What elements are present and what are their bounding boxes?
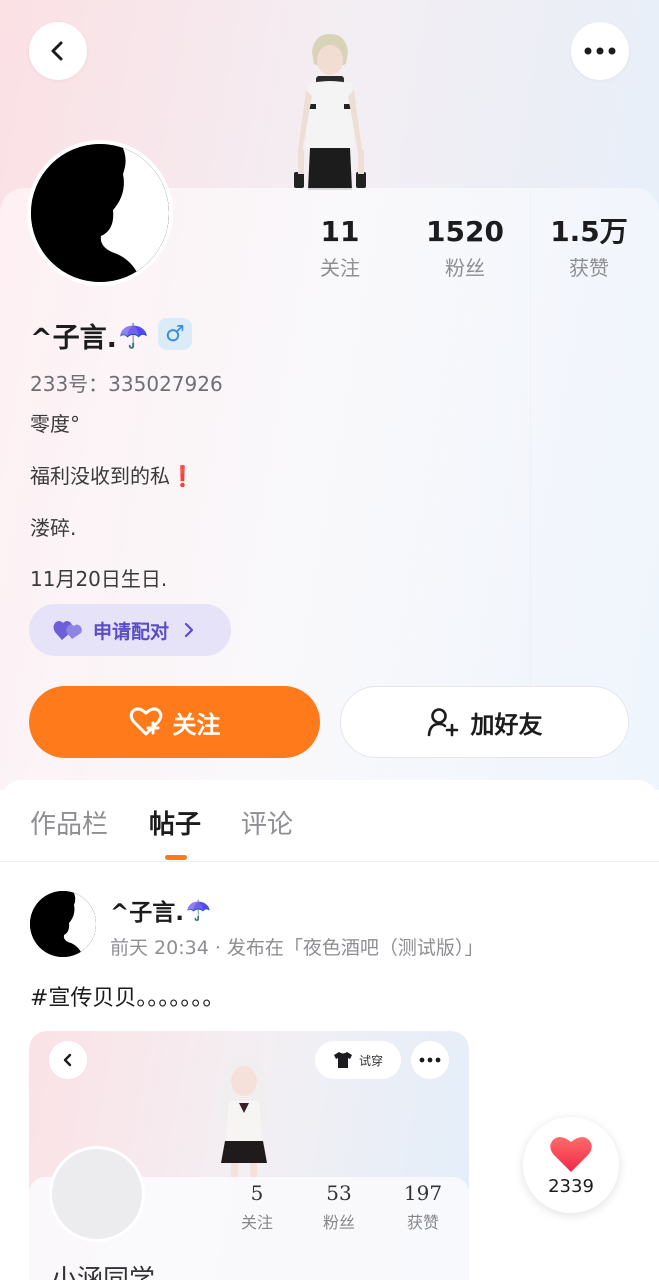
post-author-text: ^子言.	[110, 900, 185, 926]
profile-avatar[interactable]	[27, 140, 173, 286]
post-image-stat-fans-value: 53	[326, 1181, 352, 1205]
post-image-username: 小涵同学	[51, 1265, 156, 1280]
post-image-stat-likes-value: 197	[403, 1181, 443, 1205]
stat-likes[interactable]: 1.5万 获赞	[529, 214, 649, 281]
male-icon: ♂	[165, 321, 185, 347]
request-pair-label: 申请配对	[93, 620, 170, 643]
post-meta: 前天 20:34 · 发布在「夜色酒吧（测试版）」	[110, 937, 484, 959]
tabs-divider	[0, 861, 659, 862]
stat-likes-value: 1.5万	[550, 215, 628, 248]
stats-divider	[530, 190, 531, 690]
chevron-right-icon	[184, 622, 194, 638]
umbrella-emoji: ☂️	[186, 898, 211, 922]
request-pair-button[interactable]: 申请配对	[29, 604, 231, 656]
post-image-back-button	[49, 1041, 87, 1079]
profile-username-text: ^子言.	[30, 323, 117, 354]
chevron-left-icon	[51, 41, 63, 61]
gender-male-badge: ♂	[158, 318, 192, 350]
stat-likes-label: 获赞	[569, 256, 609, 280]
bio-line-2: 福利没收到的私❗	[30, 464, 195, 488]
add-friend-label: 加好友	[470, 710, 543, 739]
tryon-label: 试穿	[358, 1053, 383, 1068]
stat-fans-value: 1520	[426, 215, 504, 248]
post-author-name[interactable]: ^子言. ☂️	[110, 893, 211, 927]
post-image-stat-following: 5 关注	[227, 1181, 287, 1233]
active-tab-indicator	[165, 855, 187, 860]
post-image-more-button	[411, 1041, 449, 1079]
heart-plus-icon	[129, 707, 162, 736]
character-avatar-figure	[294, 34, 366, 190]
like-count: 2339	[548, 1175, 594, 1197]
post-text: #宣传贝贝。。。。。。。	[30, 986, 225, 1011]
character-avatar-figure	[221, 1055, 267, 1177]
post-image-stat-following-label: 关注	[240, 1213, 273, 1232]
post-image-stat-fans: 53 粉丝	[309, 1181, 369, 1233]
post-image-tryon-button: 试穿	[315, 1041, 401, 1079]
add-friend-button[interactable]: 加好友	[340, 686, 629, 758]
more-button[interactable]	[571, 22, 629, 80]
stat-fans-label: 粉丝	[445, 256, 485, 280]
double-heart-icon	[53, 621, 82, 640]
umbrella-emoji: ☂️	[118, 321, 149, 350]
bio-line-3: 溇碎.	[30, 516, 77, 540]
bio-line-1: 零度°	[30, 412, 80, 436]
post-image-avatar	[49, 1146, 145, 1242]
back-button[interactable]	[29, 22, 87, 80]
bio-line-4: 11月20日生日.	[30, 567, 168, 591]
tab-comments[interactable]: 评论	[241, 804, 293, 841]
heart-icon	[550, 1136, 592, 1172]
follow-button[interactable]: 关注	[29, 686, 320, 758]
profile-username: ^子言. ☂️	[30, 316, 149, 355]
post-image-stat-fans-label: 粉丝	[322, 1213, 355, 1232]
post-image[interactable]: 试穿 5 关注 53 粉丝 197 获赞 小涵同学	[29, 1031, 469, 1280]
post-image-stat-following-value: 5	[250, 1181, 264, 1205]
like-button[interactable]: 2339	[523, 1117, 619, 1213]
silhouette-avatar-image	[31, 144, 169, 282]
add-user-icon	[427, 708, 458, 737]
tab-works[interactable]: 作品栏	[30, 804, 108, 841]
follow-button-label: 关注	[172, 710, 221, 739]
tshirt-icon	[333, 1052, 352, 1068]
more-dots-icon	[419, 1057, 441, 1063]
post-author-avatar[interactable]	[30, 891, 96, 957]
profile-uid: 233号：335027926	[30, 372, 223, 396]
silhouette-avatar-image	[30, 891, 96, 957]
post-image-stat-likes-label: 获赞	[406, 1213, 439, 1232]
stat-following-label: 关注	[320, 256, 360, 280]
tab-posts[interactable]: 帖子	[149, 804, 201, 841]
chevron-left-icon	[63, 1053, 72, 1067]
stat-following[interactable]: 11 关注	[280, 214, 400, 281]
post-image-stat-likes: 197 获赞	[393, 1181, 453, 1233]
stat-fans[interactable]: 1520 粉丝	[405, 214, 525, 281]
stat-following-value: 11	[320, 215, 360, 248]
more-dots-icon	[584, 47, 616, 55]
